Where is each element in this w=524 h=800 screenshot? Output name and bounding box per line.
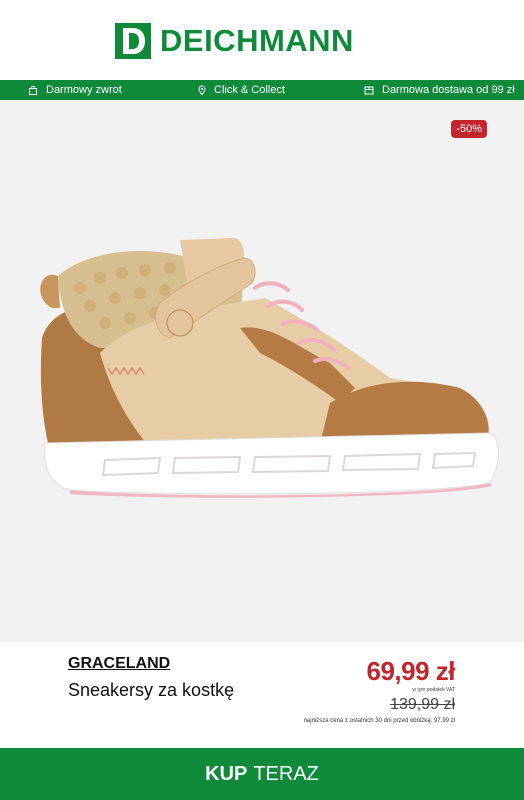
header: DEICHMANN [0, 0, 524, 80]
usp-free-delivery[interactable]: Darmowa dostawa od 99 zł [364, 80, 515, 100]
deichmann-logo[interactable]: DEICHMANN [115, 23, 354, 59]
cta-label-rest: TERAZ [253, 762, 319, 785]
delivery-box-icon [364, 86, 374, 95]
discount-badge: -50% [451, 120, 487, 138]
usp-click-collect[interactable]: Click & Collect [198, 80, 285, 100]
product-email: DEICHMANN Darmowy zwrot Click & Collect [0, 0, 524, 800]
location-pin-icon [198, 85, 206, 95]
old-price: 139,99 zł [390, 696, 455, 713]
current-price: 69,99 zł [366, 656, 455, 686]
product-brand-link[interactable]: GRACELAND [68, 655, 170, 673]
buy-now-button[interactable]: KUP TERAZ [0, 748, 524, 800]
usp-free-return[interactable]: Darmowy zwrot [28, 80, 122, 100]
return-bag-icon [29, 85, 37, 95]
cta-label-bold: KUP [205, 762, 248, 785]
sneaker-image [40, 238, 499, 498]
usp-label: Click & Collect [214, 84, 285, 96]
usp-bar: Darmowy zwrot Click & Collect Darmowa do… [0, 80, 524, 100]
product-name: Sneakersy za kostkę [68, 680, 235, 700]
product-image-area[interactable]: -50% [0, 100, 524, 642]
product-info: GRACELAND Sneakersy za kostkę 69,99 zł w… [0, 642, 524, 748]
lowest-price-note: najniższa cena z ostatnich 30 dni przed … [303, 718, 455, 724]
deichmann-d-logo-icon [115, 23, 151, 59]
brand-logo-text: DEICHMANN [160, 23, 354, 58]
usp-label: Darmowa dostawa od 99 zł [382, 84, 515, 96]
usp-label: Darmowy zwrot [46, 84, 122, 96]
vat-note: w tym podatek VAT [412, 687, 455, 693]
